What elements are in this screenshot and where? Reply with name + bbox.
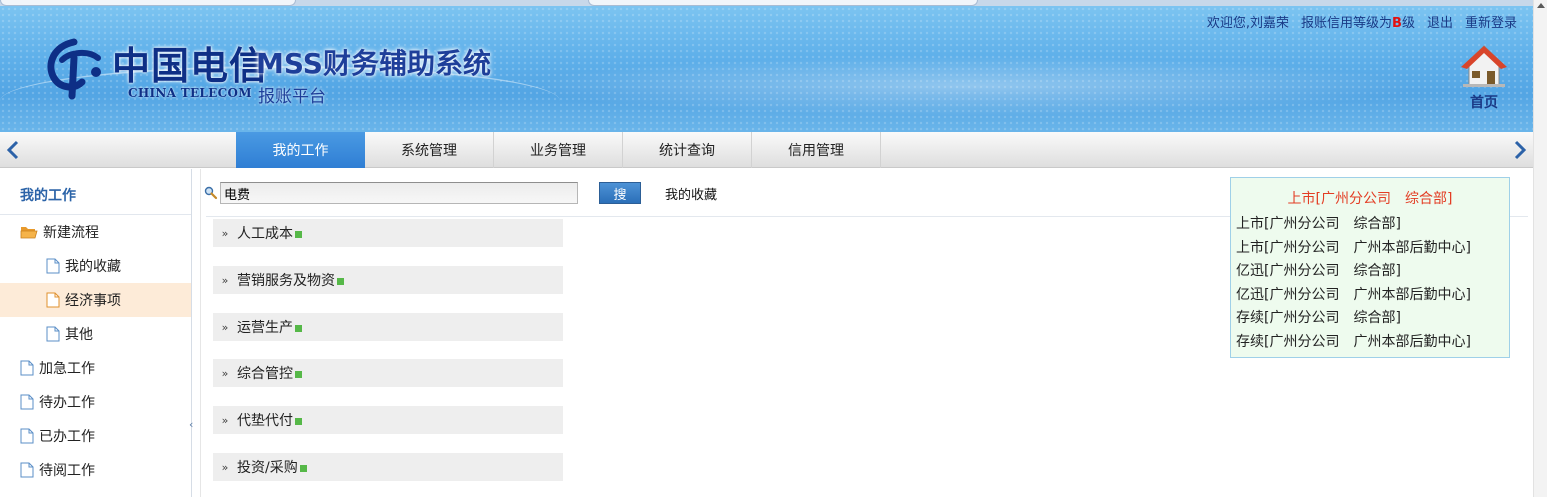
logout-link[interactable]: 退出	[1427, 12, 1453, 31]
user-bar: 欢迎您,刘嘉荣 报账信用等级为B级 退出 重新登录	[1207, 10, 1517, 32]
category-advance-payment[interactable]: » 代垫代付	[213, 406, 563, 434]
welcome-text: 欢迎您,刘嘉荣	[1206, 15, 1290, 31]
page-scrollbar[interactable]	[1533, 0, 1547, 497]
sidebar-item-label: 其他	[65, 327, 93, 343]
nav-scroll-left-icon[interactable]	[6, 140, 20, 160]
sidebar-item-done-work[interactable]: 已办工作	[0, 419, 191, 453]
sidebar-item-to-read-work[interactable]: 待阅工作	[0, 453, 191, 487]
search-row: 搜 我的收藏	[204, 178, 717, 208]
category-marker-icon	[295, 325, 302, 332]
org-option-list: 上市[广州分公司 综合部] 上市[广州分公司 广州本部后勤中心] 亿迅[广州分公…	[1236, 213, 1471, 354]
org-option[interactable]: 存续[广州分公司 综合部]	[1236, 307, 1471, 331]
credit-level: 报账信用等级为B级	[1301, 12, 1415, 31]
org-current-selection[interactable]: 上市[广州分公司 综合部]	[1231, 188, 1509, 208]
sidebar-item-new-process[interactable]: 新建流程	[0, 215, 191, 249]
nav-scroll-right-icon[interactable]	[1513, 140, 1527, 160]
document-icon	[20, 428, 34, 444]
system-subtitle: 报账平台	[258, 87, 326, 107]
search-icon	[204, 186, 218, 200]
search-button[interactable]: 搜	[599, 182, 641, 204]
banner-glow	[520, 56, 1420, 116]
scroll-up-icon[interactable]	[1534, 0, 1547, 12]
sidebar-collapse-icon[interactable]: ‹	[189, 418, 193, 431]
sidebar-item-other[interactable]: 其他	[0, 317, 191, 351]
category-label: 营销服务及物资	[237, 273, 335, 289]
tab-system-management[interactable]: 系统管理	[365, 132, 494, 168]
category-label: 综合管控	[237, 366, 293, 382]
category-label: 投资/采购	[237, 460, 298, 476]
category-operations[interactable]: » 运营生产	[213, 313, 563, 341]
sidebar-item-label: 我的收藏	[65, 259, 121, 275]
category-label: 人工成本	[237, 226, 293, 242]
expand-chevron-icon: »	[221, 366, 229, 380]
sidebar-item-label: 已办工作	[39, 429, 95, 445]
category-marketing-materials[interactable]: » 营销服务及物资	[213, 266, 563, 294]
folder-open-icon	[20, 227, 38, 239]
home-button[interactable]: 首页	[1458, 44, 1510, 112]
logo-english-name: CHINA TELECOM	[128, 86, 252, 100]
org-option[interactable]: 亿迅[广州分公司 综合部]	[1236, 260, 1471, 284]
document-icon	[20, 360, 34, 376]
org-option[interactable]: 上市[广州分公司 综合部]	[1236, 213, 1471, 237]
my-favorites-link[interactable]: 我的收藏	[665, 184, 717, 203]
credit-grade: B	[1392, 15, 1402, 31]
main-nav-bar: 我的工作 系统管理 业务管理 统计查询 信用管理	[0, 132, 1533, 168]
document-icon	[46, 326, 60, 342]
category-label: 运营生产	[237, 320, 293, 336]
org-option[interactable]: 上市[广州分公司 广州本部后勤中心]	[1236, 237, 1471, 261]
category-marker-icon	[299, 465, 307, 472]
search-input[interactable]	[220, 182, 578, 204]
document-icon	[20, 462, 34, 478]
sidebar-title: 我的工作	[0, 169, 191, 215]
tab-credit-management[interactable]: 信用管理	[752, 132, 881, 168]
document-icon	[20, 394, 34, 410]
header-banner: 中国电信 CHINA TELECOM MSS财务辅助系统 报账平台 欢迎您,刘嘉…	[0, 6, 1533, 132]
category-general-control[interactable]: » 综合管控	[213, 359, 563, 387]
category-marker-icon	[337, 278, 344, 285]
category-marker-icon	[295, 231, 302, 238]
sidebar: 我的工作 新建流程 我的收藏 经济事项 其他 加急工作 待办工作 已办工作 待阅…	[0, 169, 192, 497]
tab-my-work[interactable]: 我的工作	[236, 132, 365, 168]
sidebar-item-label: 加急工作	[39, 361, 95, 377]
logo-chinese-name: 中国电信	[112, 43, 269, 88]
home-icon	[1461, 45, 1507, 87]
sidebar-item-label: 经济事项	[65, 293, 121, 309]
org-option[interactable]: 存续[广州分公司 广州本部后勤中心]	[1236, 331, 1471, 355]
nav-tabs: 我的工作 系统管理 业务管理 统计查询 信用管理	[236, 132, 881, 168]
org-option[interactable]: 亿迅[广州分公司 广州本部后勤中心]	[1236, 284, 1471, 308]
category-marker-icon	[295, 418, 302, 425]
sidebar-item-economic-matters[interactable]: 经济事项	[0, 283, 191, 317]
tab-statistics-query[interactable]: 统计查询	[623, 132, 752, 168]
credit-prefix: 报账信用等级为	[1301, 15, 1393, 31]
system-title: MSS财务辅助系统	[256, 47, 491, 80]
credit-suffix: 级	[1401, 15, 1415, 31]
expand-chevron-icon: »	[221, 273, 229, 287]
sidebar-item-label: 待办工作	[39, 395, 95, 411]
document-icon	[46, 258, 60, 274]
sidebar-item-label: 新建流程	[43, 225, 99, 241]
home-label: 首页	[1470, 95, 1498, 111]
tab-business-management[interactable]: 业务管理	[494, 132, 623, 168]
org-selector-dropdown: 上市[广州分公司 综合部] 上市[广州分公司 综合部] 上市[广州分公司 广州本…	[1230, 177, 1510, 358]
category-investment-procurement[interactable]: » 投资/采购	[213, 453, 563, 481]
expand-chevron-icon: »	[221, 226, 229, 240]
sidebar-item-label: 待阅工作	[39, 463, 95, 479]
sidebar-item-pending-work[interactable]: 待办工作	[0, 385, 191, 419]
relogin-link[interactable]: 重新登录	[1465, 12, 1517, 31]
content-divider	[200, 169, 201, 497]
expand-chevron-icon: »	[221, 320, 229, 334]
sidebar-item-urgent-work[interactable]: 加急工作	[0, 351, 191, 385]
document-icon	[46, 292, 60, 308]
category-labor-cost[interactable]: » 人工成本	[213, 219, 563, 247]
category-label: 代垫代付	[237, 413, 293, 429]
expand-chevron-icon: »	[221, 413, 229, 427]
category-marker-icon	[295, 371, 302, 378]
sidebar-item-my-favorites[interactable]: 我的收藏	[0, 249, 191, 283]
expand-chevron-icon: »	[221, 460, 229, 474]
china-telecom-logo-icon	[47, 38, 101, 100]
